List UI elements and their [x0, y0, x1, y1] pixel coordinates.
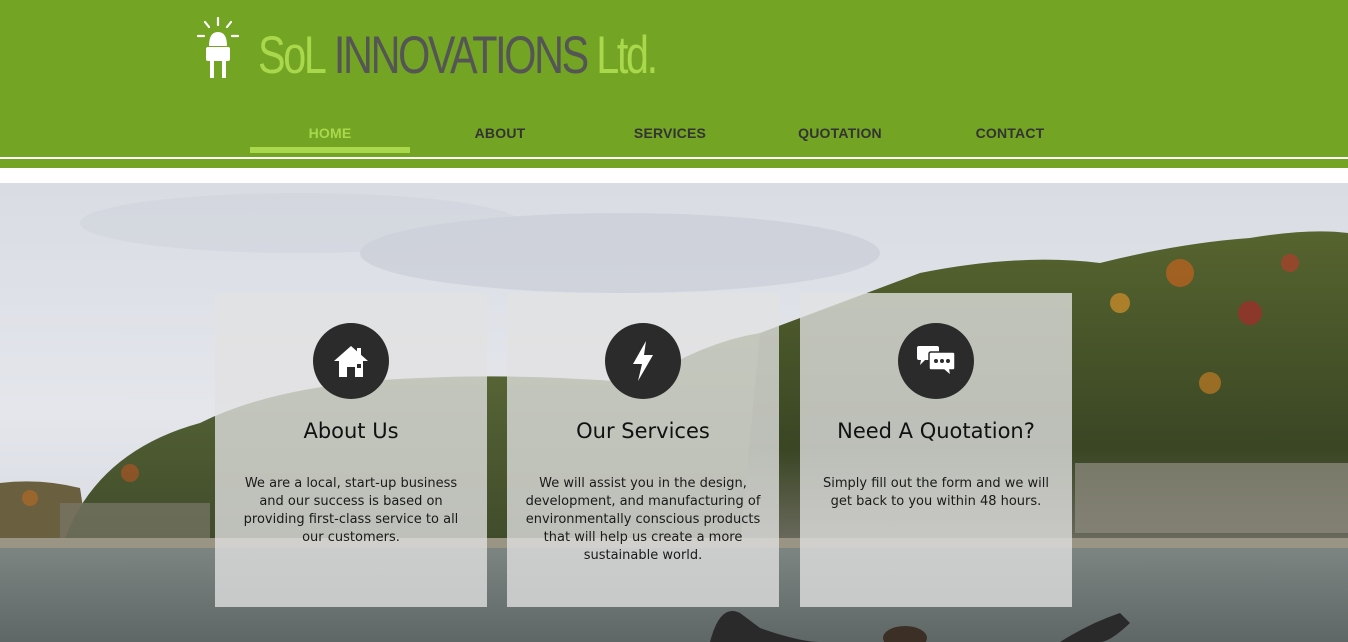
nav-label: ABOUT	[474, 125, 526, 141]
site-logo-text[interactable]: SoL INNOVATIONS Ltd.	[258, 18, 658, 85]
nav-item-home[interactable]: HOME	[250, 118, 420, 154]
card-description: We are a local, start-up business and ou…	[243, 476, 459, 545]
home-icon	[313, 323, 389, 399]
nav-item-contact[interactable]: CONTACT	[930, 118, 1100, 154]
nav-label: CONTACT	[975, 125, 1045, 141]
chat-icon	[898, 323, 974, 399]
site-header: SoL INNOVATIONS Ltd. HOME ABOUT SERVICES…	[0, 0, 1348, 168]
card-description: Simply fill out the form and we will get…	[823, 476, 1049, 509]
nav-item-quotation[interactable]: QUOTATION	[760, 118, 930, 154]
main-nav: HOME ABOUT SERVICES QUOTATION CONTACT	[250, 118, 1100, 154]
logo-prefix: SoL	[258, 26, 327, 85]
card-description: We will assist you in the design, develo…	[525, 476, 761, 563]
quotation-card[interactable]: Need A Quotation? Simply fill out the fo…	[800, 293, 1072, 607]
card-title: Need A Quotation?	[837, 419, 1035, 443]
services-card[interactable]: Our Services We will assist you in the d…	[507, 293, 779, 607]
logo-suffix: Ltd.	[596, 26, 658, 85]
nav-label: SERVICES	[633, 125, 707, 141]
header-divider	[0, 157, 1348, 159]
logo-main: INNOVATIONS	[333, 26, 589, 85]
nav-item-about[interactable]: ABOUT	[420, 118, 590, 154]
card-title: About Us	[303, 419, 399, 443]
nav-item-services[interactable]: SERVICES	[590, 118, 760, 154]
lightning-icon	[605, 323, 681, 399]
nav-label: QUOTATION	[798, 125, 882, 141]
active-indicator	[250, 147, 410, 153]
card-title: Our Services	[576, 419, 710, 443]
nav-label: HOME	[308, 125, 352, 141]
about-card[interactable]: About Us We are a local, start-up busine…	[215, 293, 487, 607]
hero-section: About Us We are a local, start-up busine…	[0, 183, 1348, 642]
plug-bulb-icon	[196, 16, 240, 78]
